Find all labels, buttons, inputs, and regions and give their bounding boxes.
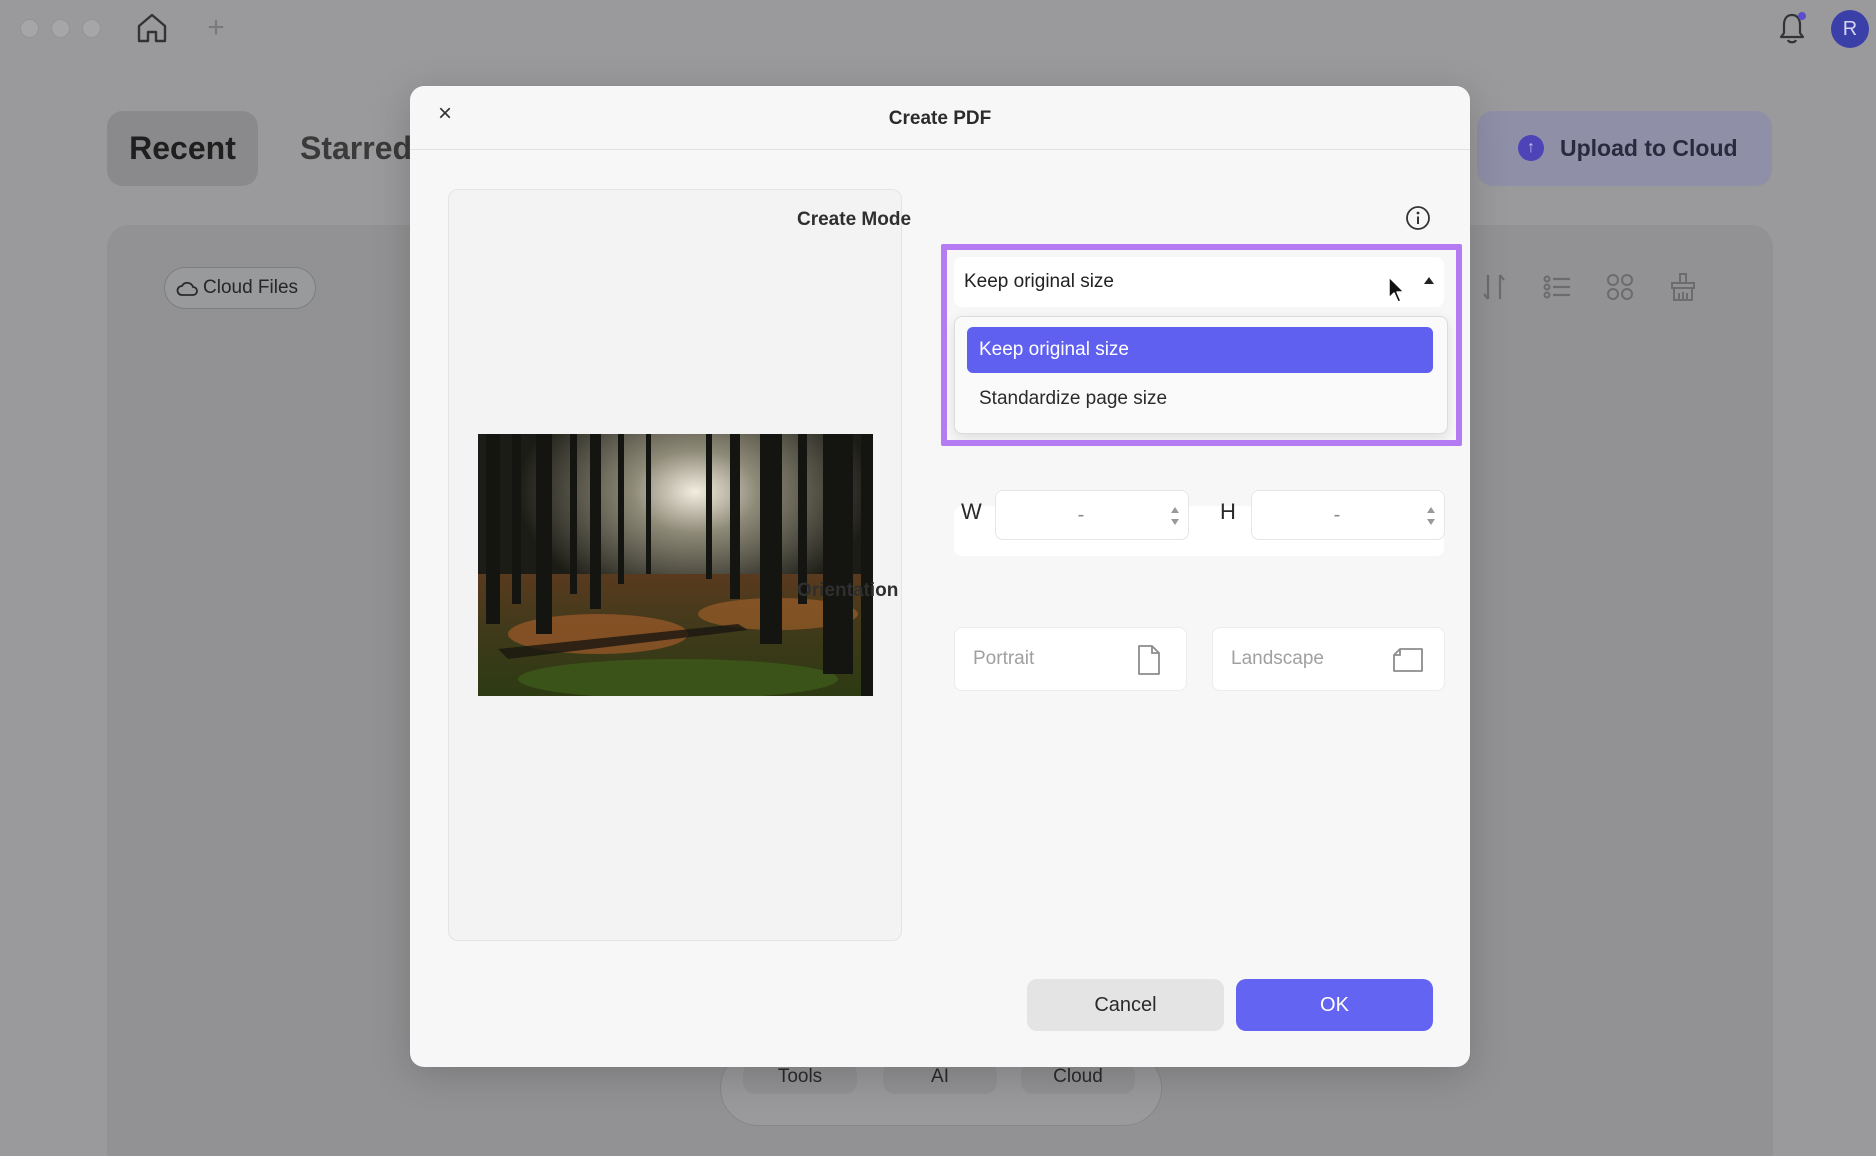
avatar[interactable]: R [1831, 10, 1869, 48]
landscape-option[interactable]: Landscape [1212, 627, 1445, 691]
up-arrow-icon: ↑ [1518, 135, 1544, 161]
landscape-page-icon [1393, 648, 1423, 672]
cloud-files-label: Cloud Files [203, 277, 299, 298]
window-zoom-button[interactable] [82, 19, 101, 38]
tab-recent[interactable]: Recent [107, 111, 258, 186]
tab-starred[interactable]: Starred [300, 111, 412, 186]
sort-icon[interactable] [1478, 270, 1510, 304]
create-mode-select[interactable]: Keep original size [954, 257, 1444, 307]
width-label: W [961, 499, 982, 524]
window-close-button[interactable] [20, 19, 39, 38]
cancel-button[interactable]: Cancel [1027, 979, 1224, 1031]
notification-dot [1798, 12, 1806, 20]
portrait-option[interactable]: Portrait [954, 627, 1187, 691]
height-label: H [1220, 499, 1236, 524]
dialog-title: Create PDF [888, 108, 992, 129]
portrait-page-icon [1138, 645, 1160, 675]
cloud-icon [176, 281, 198, 296]
ok-button[interactable]: OK [1236, 979, 1433, 1031]
create-pdf-dialog: × Create PDF Create Mode Keep original s… [410, 86, 1470, 1067]
grid-view-icon[interactable] [1604, 270, 1636, 304]
title-bar: + R [0, 0, 1876, 58]
option-standardize-page-size[interactable]: Standardize page size [967, 376, 1433, 422]
page-preview [448, 189, 902, 941]
portrait-label: Portrait [973, 648, 1035, 669]
height-value[interactable]: - [1252, 491, 1422, 539]
orientation-label: Orientation [797, 580, 899, 601]
preview-image [478, 434, 873, 696]
list-view-icon[interactable] [1541, 270, 1573, 304]
clean-icon[interactable] [1667, 270, 1699, 304]
mouse-cursor-icon [1388, 276, 1405, 303]
create-mode-dropdown: Keep original size Standardize page size [954, 316, 1448, 434]
width-value[interactable]: - [996, 491, 1166, 539]
caret-up-icon[interactable] [1424, 277, 1434, 284]
width-decrement-icon[interactable] [1171, 519, 1179, 525]
height-increment-icon[interactable] [1427, 507, 1435, 513]
cloud-files-button[interactable]: Cloud Files [164, 267, 316, 309]
dialog-header: × Create PDF [410, 86, 1470, 150]
home-icon[interactable] [134, 10, 170, 46]
landscape-label: Landscape [1231, 648, 1324, 669]
width-increment-icon[interactable] [1171, 507, 1179, 513]
create-mode-label: Create Mode [797, 209, 912, 230]
window-minimize-button[interactable] [51, 19, 70, 38]
height-stepper[interactable]: - [1251, 490, 1445, 540]
info-icon[interactable] [1405, 205, 1431, 231]
forest-photo [478, 434, 873, 696]
option-keep-original-size[interactable]: Keep original size [967, 327, 1433, 373]
new-tab-button[interactable]: + [204, 13, 228, 44]
width-stepper[interactable]: - [995, 490, 1189, 540]
height-decrement-icon[interactable] [1427, 519, 1435, 525]
